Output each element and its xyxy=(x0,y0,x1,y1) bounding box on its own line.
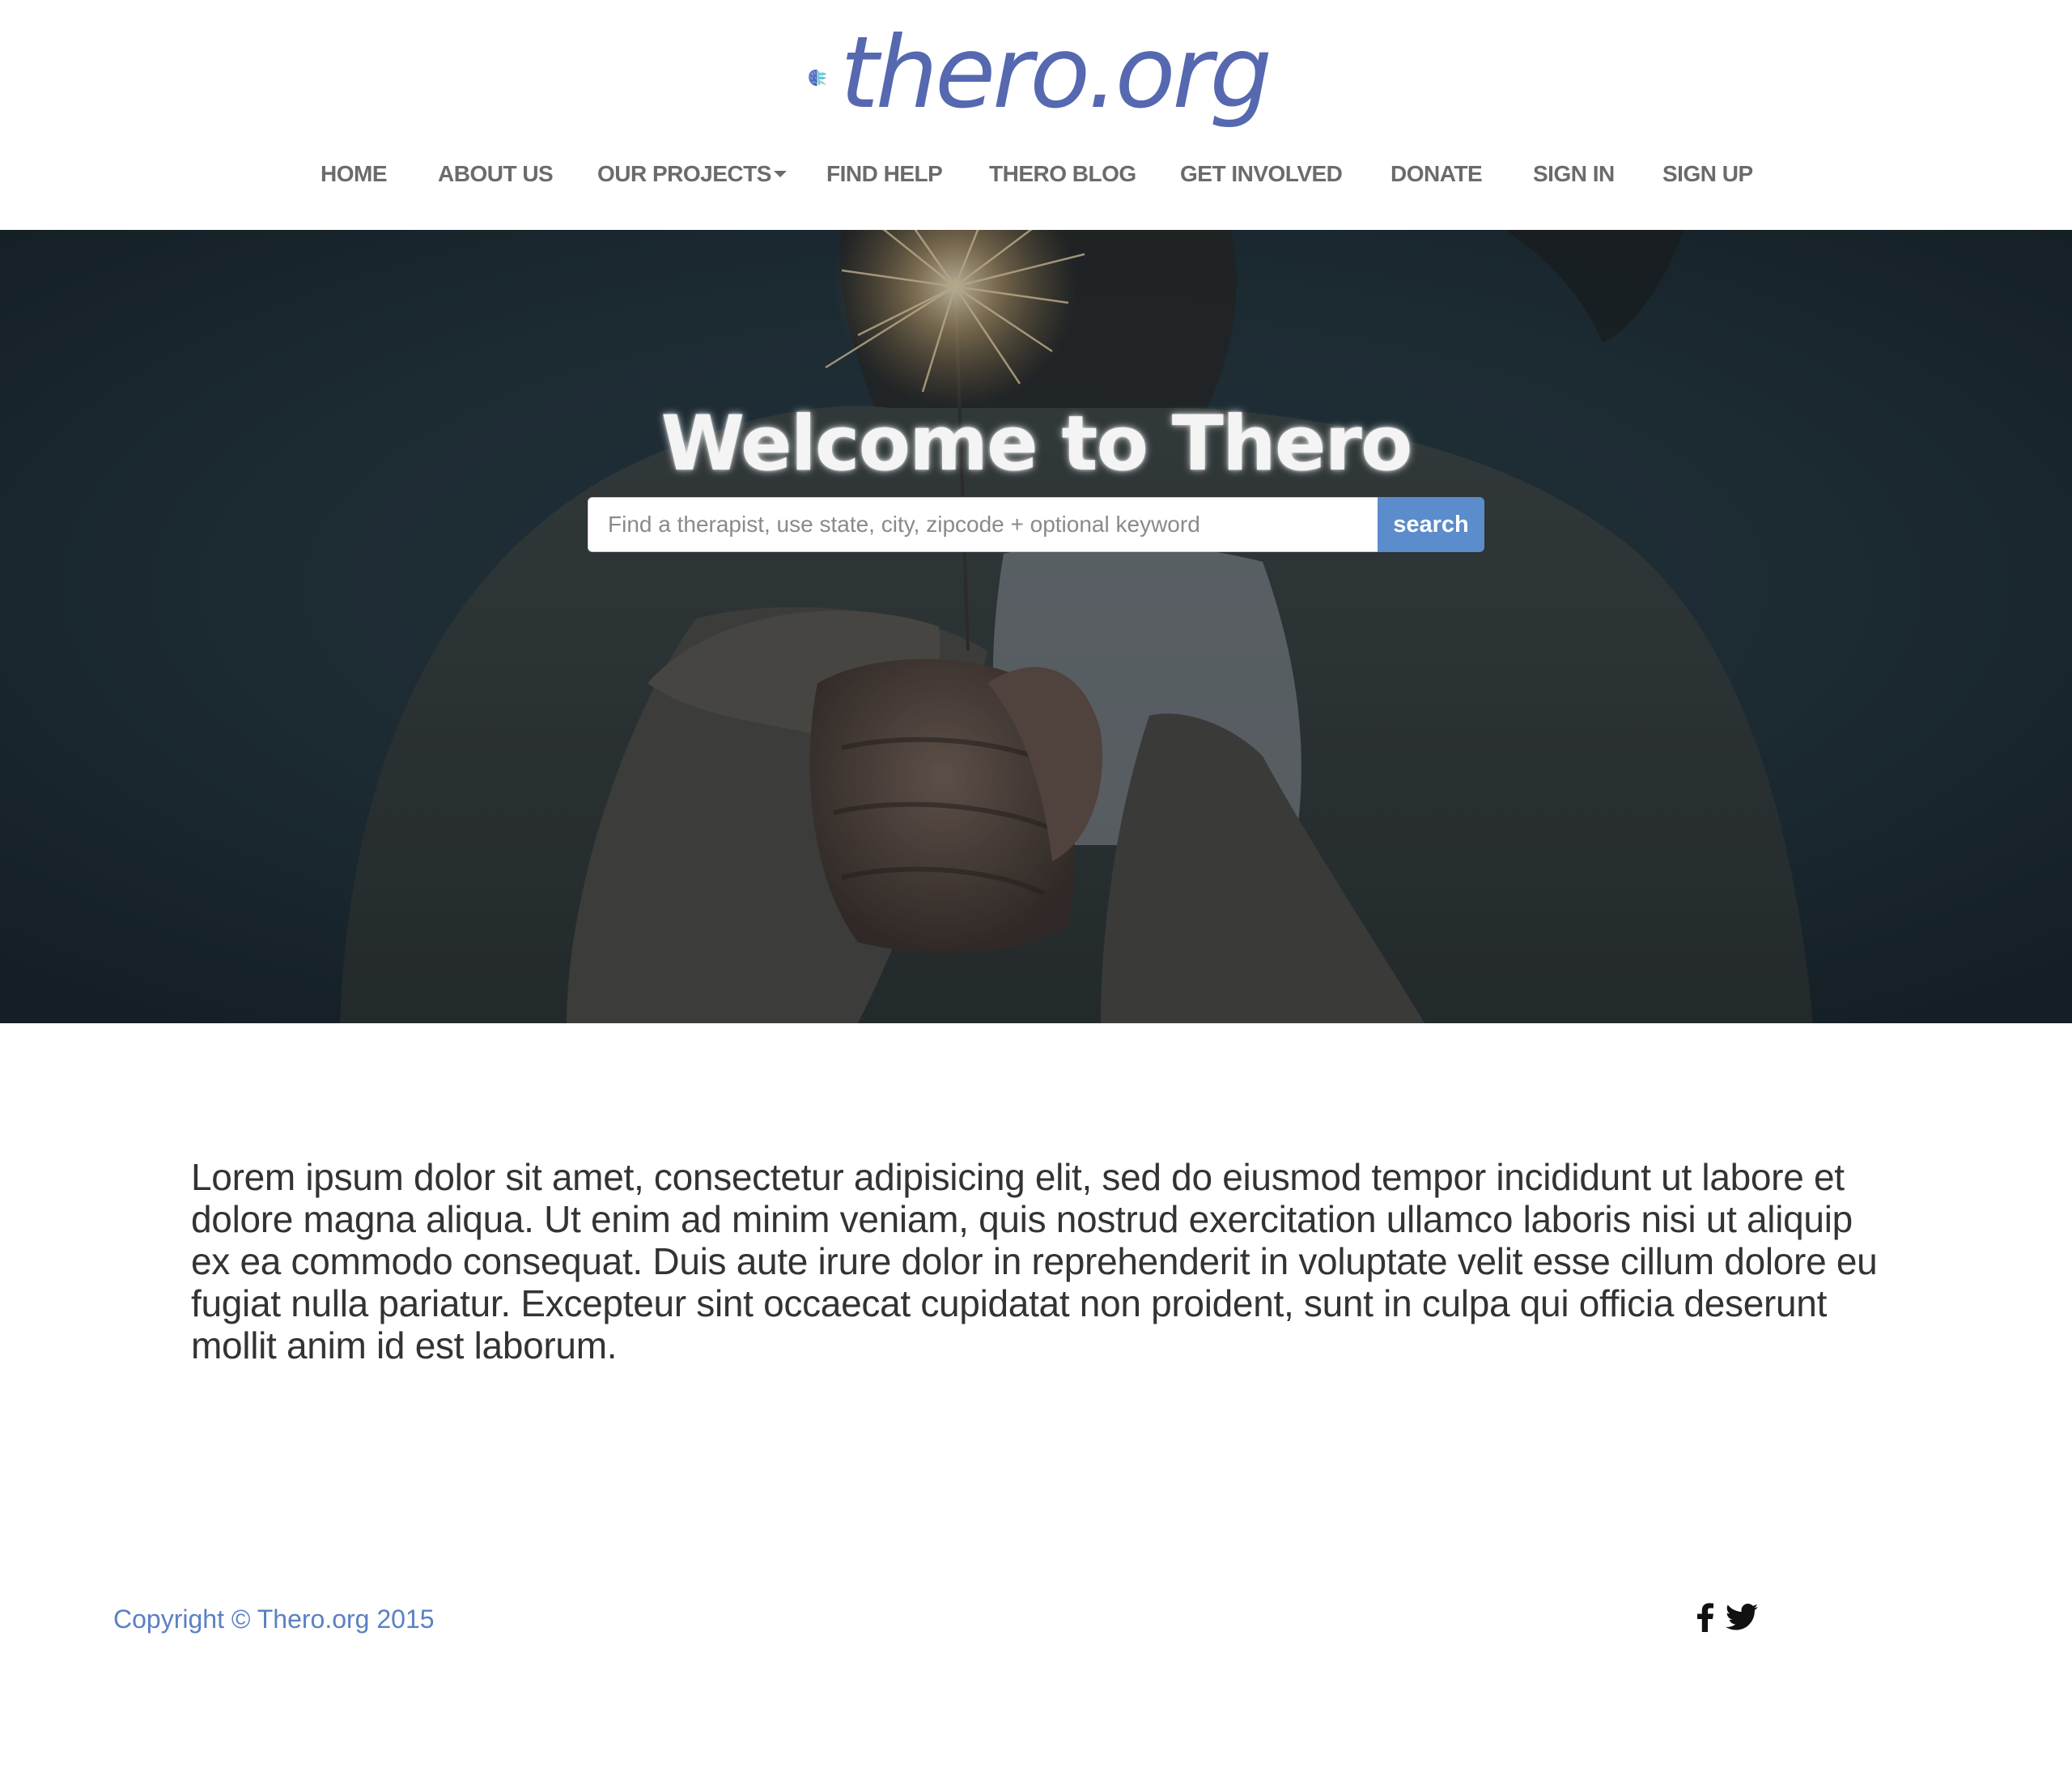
hero-banner: Welcome to Thero search xyxy=(0,230,2072,1023)
facebook-icon[interactable] xyxy=(1696,1602,1714,1636)
intro-paragraph: Lorem ipsum dolor sit amet, consectetur … xyxy=(191,1156,1878,1366)
brain-lotus-logo-icon xyxy=(809,69,827,87)
nav-thero-blog[interactable]: THERO BLOG xyxy=(989,154,1136,194)
therapist-search-input[interactable] xyxy=(588,497,1378,552)
hero-title: Welcome to Thero xyxy=(660,399,1412,488)
hero-background-image xyxy=(0,230,2072,1023)
site-logo[interactable]: thero.org xyxy=(808,15,1272,134)
nav-find-help[interactable]: FIND HELP xyxy=(826,154,943,194)
main-nav: HOME ABOUT US OUR PROJECTS FIND HELP THE… xyxy=(0,154,2072,194)
logo-wordmark: thero.org xyxy=(839,15,1272,130)
twitter-icon[interactable] xyxy=(1726,1604,1758,1634)
nav-sign-up[interactable]: SIGN UP xyxy=(1662,154,1753,194)
nav-our-projects-label: OUR PROJECTS xyxy=(597,161,771,186)
therapist-search-form: search xyxy=(588,497,1484,552)
nav-our-projects[interactable]: OUR PROJECTS xyxy=(597,154,787,194)
nav-donate[interactable]: DONATE xyxy=(1391,154,1483,194)
nav-sign-in[interactable]: SIGN IN xyxy=(1533,154,1615,194)
search-button[interactable]: search xyxy=(1378,497,1484,552)
site-footer: Copyright © Thero.org 2015 xyxy=(0,1587,2072,1651)
copyright-text: Copyright © Thero.org 2015 xyxy=(113,1604,435,1634)
site-header: thero.org HOME ABOUT US OUR PROJECTS FIN… xyxy=(0,0,2072,230)
social-links xyxy=(1696,1602,1758,1636)
nav-about-us[interactable]: ABOUT US xyxy=(438,154,554,194)
nav-home[interactable]: HOME xyxy=(321,154,388,194)
nav-get-involved[interactable]: GET INVOLVED xyxy=(1180,154,1343,194)
caret-down-icon xyxy=(773,170,787,177)
